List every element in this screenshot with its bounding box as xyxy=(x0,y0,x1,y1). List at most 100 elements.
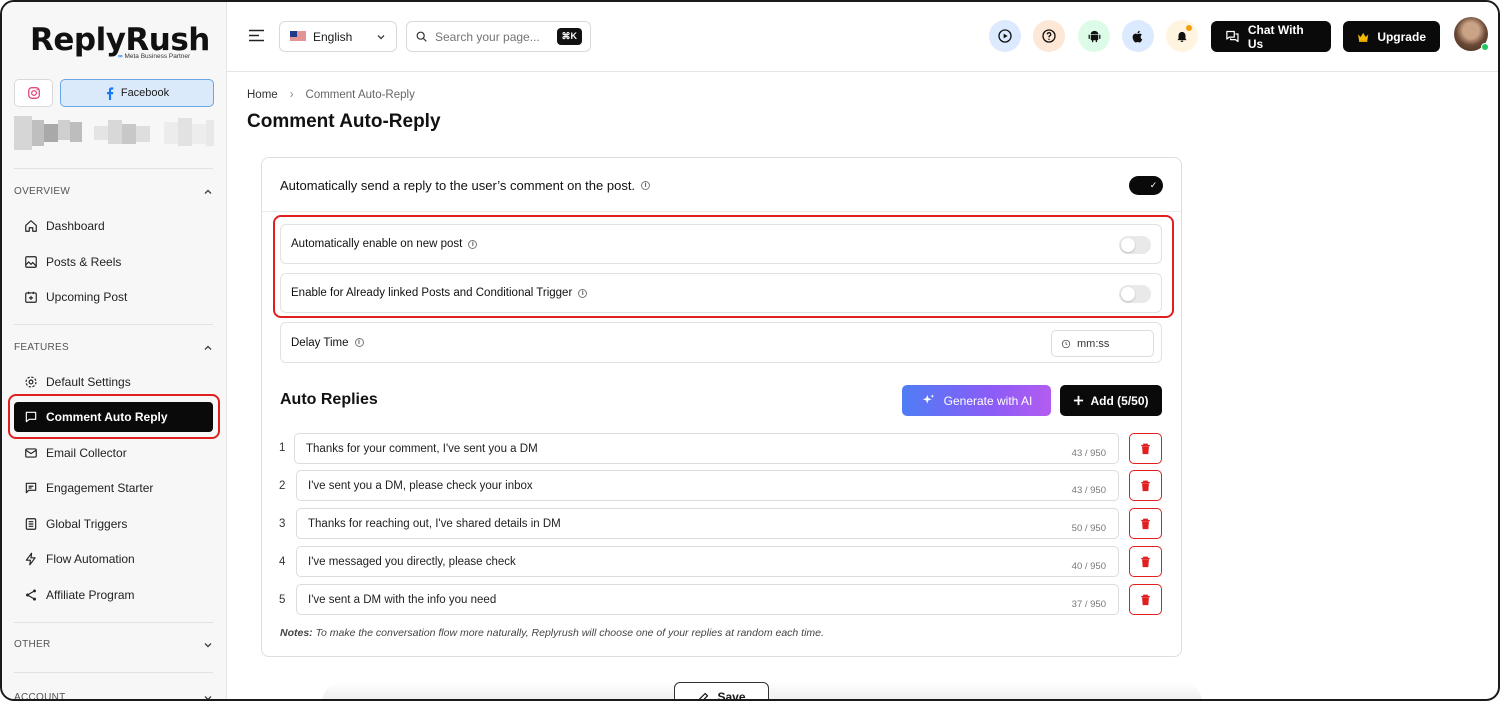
home-icon xyxy=(25,220,37,232)
delete-reply-button[interactable] xyxy=(1129,584,1162,615)
sidebar-item-label: Engagement Starter xyxy=(46,481,154,495)
chat-icon xyxy=(25,482,37,494)
sidebar-divider xyxy=(14,622,213,623)
upgrade-button[interactable]: Upgrade xyxy=(1343,21,1440,52)
language-label: English xyxy=(313,29,353,44)
search-input[interactable] xyxy=(435,29,545,44)
generate-with-ai-label: Generate with AI xyxy=(943,393,1033,408)
instagram-account-button[interactable] xyxy=(14,79,53,107)
upgrade-label: Upgrade xyxy=(1377,29,1426,44)
info-icon[interactable]: i xyxy=(641,181,651,190)
sidebar-item-posts-reels[interactable]: Posts & Reels xyxy=(14,247,213,277)
search-icon xyxy=(416,31,427,42)
sidebar-divider xyxy=(14,672,213,673)
card-divider xyxy=(262,211,1181,212)
sidebar-item-flow-automation[interactable]: Flow Automation xyxy=(14,544,213,574)
overview-heading: OVERVIEW xyxy=(14,186,71,197)
share-icon xyxy=(26,589,36,601)
notifications-button[interactable] xyxy=(1166,20,1198,52)
features-heading: FEATURES xyxy=(14,342,69,353)
sidebar-divider xyxy=(14,324,213,325)
video-tutorial-button[interactable] xyxy=(989,20,1021,52)
facebook-label: Facebook xyxy=(120,87,170,99)
sidebar-item-default-settings[interactable]: Default Settings xyxy=(14,367,213,397)
main-toggle-label: Automatically send a reply to the user’s… xyxy=(280,178,651,193)
delay-time-input[interactable]: mm:ss xyxy=(1051,330,1154,357)
reply-text: I've messaged you directly, please check xyxy=(308,555,516,568)
page-title: Comment Auto-Reply xyxy=(247,111,441,132)
plus-icon xyxy=(1074,395,1084,406)
breadcrumb-current: Comment Auto-Reply xyxy=(305,89,415,101)
reply-input[interactable]: Thanks for your comment, I've sent you a… xyxy=(294,433,1119,464)
sidebar-item-label: Affiliate Program xyxy=(46,588,135,602)
ios-app-button[interactable] xyxy=(1122,20,1154,52)
generate-with-ai-button[interactable]: Generate with AI xyxy=(902,385,1051,416)
trash-icon xyxy=(1141,556,1150,567)
notes-text: Notes: To make the conversation flow mor… xyxy=(280,627,824,639)
breadcrumb-separator-icon: › xyxy=(289,89,294,101)
sidebar-item-label: Default Settings xyxy=(46,375,131,389)
image-icon xyxy=(25,256,37,268)
menu-icon[interactable] xyxy=(249,29,264,42)
sidebar-item-label: Global Triggers xyxy=(46,517,128,531)
trash-icon xyxy=(1141,480,1150,491)
delay-time-row: Delay Time i mm:ss xyxy=(280,322,1162,363)
add-reply-button[interactable]: Add (5/50) xyxy=(1060,385,1162,416)
reply-input[interactable]: Thanks for reaching out, I've shared det… xyxy=(296,508,1119,539)
edit-check-icon xyxy=(699,692,709,699)
bell-icon xyxy=(1177,31,1187,42)
sidebar-item-label: Dashboard xyxy=(46,219,105,233)
trash-icon xyxy=(1141,443,1150,454)
help-button[interactable] xyxy=(1033,20,1065,52)
delete-reply-button[interactable] xyxy=(1129,508,1162,539)
account-section-header[interactable]: ACCOUNT xyxy=(14,692,213,701)
reply-input[interactable]: I've sent you a DM, please check your in… xyxy=(296,470,1119,501)
chevron-up-icon xyxy=(204,345,212,350)
delete-reply-button[interactable] xyxy=(1129,470,1162,501)
reply-number: 2 xyxy=(279,480,286,492)
auto-replies-title: Auto Replies xyxy=(280,391,378,408)
sidebar-item-upcoming-post[interactable]: Upcoming Post xyxy=(14,282,213,312)
sidebar-item-email-collector[interactable]: Email Collector xyxy=(14,438,213,468)
trash-icon xyxy=(1141,594,1150,605)
sidebar-item-affiliate-program[interactable]: Affiliate Program xyxy=(14,580,213,610)
info-icon[interactable]: i xyxy=(354,338,364,347)
other-section-header[interactable]: OTHER xyxy=(14,639,213,650)
main-toggle-text: Automatically send a reply to the user’s… xyxy=(280,178,636,193)
chat-with-us-button[interactable]: Chat With Us xyxy=(1211,21,1331,52)
notes-label: Notes: xyxy=(280,627,313,639)
facebook-icon xyxy=(106,86,114,100)
sidebar-item-label: Upcoming Post xyxy=(46,290,128,304)
sidebar-item-dashboard[interactable]: Dashboard xyxy=(14,211,213,241)
save-button[interactable]: Save xyxy=(674,682,769,699)
reply-text: I've sent a DM with the info you need xyxy=(308,593,497,606)
language-select[interactable]: English xyxy=(279,21,397,52)
sidebar-divider xyxy=(14,168,213,169)
chevron-down-icon xyxy=(204,642,212,647)
facebook-account-button[interactable]: Facebook xyxy=(60,79,214,107)
android-icon xyxy=(1088,30,1100,42)
notes-body: To make the conversation flow more natur… xyxy=(312,627,824,639)
android-app-button[interactable] xyxy=(1078,20,1110,52)
search-box[interactable]: ⌘K xyxy=(406,21,591,52)
delay-placeholder: mm:ss xyxy=(1077,337,1110,350)
breadcrumb-home[interactable]: Home xyxy=(247,89,278,101)
mail-icon xyxy=(25,448,37,458)
logo: ReplyRush ∞ Meta Business Partner xyxy=(30,22,210,60)
sidebar-item-label: Flow Automation xyxy=(46,552,135,566)
top-bar: English ⌘K Chat With Us xyxy=(227,2,1498,72)
char-count: 50 / 950 xyxy=(1071,523,1106,534)
main-auto-reply-toggle[interactable]: ✓ xyxy=(1129,176,1163,195)
char-count: 43 / 950 xyxy=(1071,448,1106,459)
reply-input[interactable]: I've messaged you directly, please check… xyxy=(296,546,1119,577)
reply-input[interactable]: I've sent a DM with the info you need 37… xyxy=(296,584,1119,615)
overview-section-header[interactable]: OVERVIEW xyxy=(14,186,213,197)
help-circle-icon xyxy=(1042,29,1056,43)
features-section-header[interactable]: FEATURES xyxy=(14,342,213,353)
delete-reply-button[interactable] xyxy=(1129,433,1162,464)
delete-reply-button[interactable] xyxy=(1129,546,1162,577)
sidebar-item-engagement-starter[interactable]: Engagement Starter xyxy=(14,473,213,503)
account-heading: ACCOUNT xyxy=(14,692,66,701)
chevron-down-icon xyxy=(377,34,385,39)
sidebar-item-global-triggers[interactable]: Global Triggers xyxy=(14,509,213,539)
